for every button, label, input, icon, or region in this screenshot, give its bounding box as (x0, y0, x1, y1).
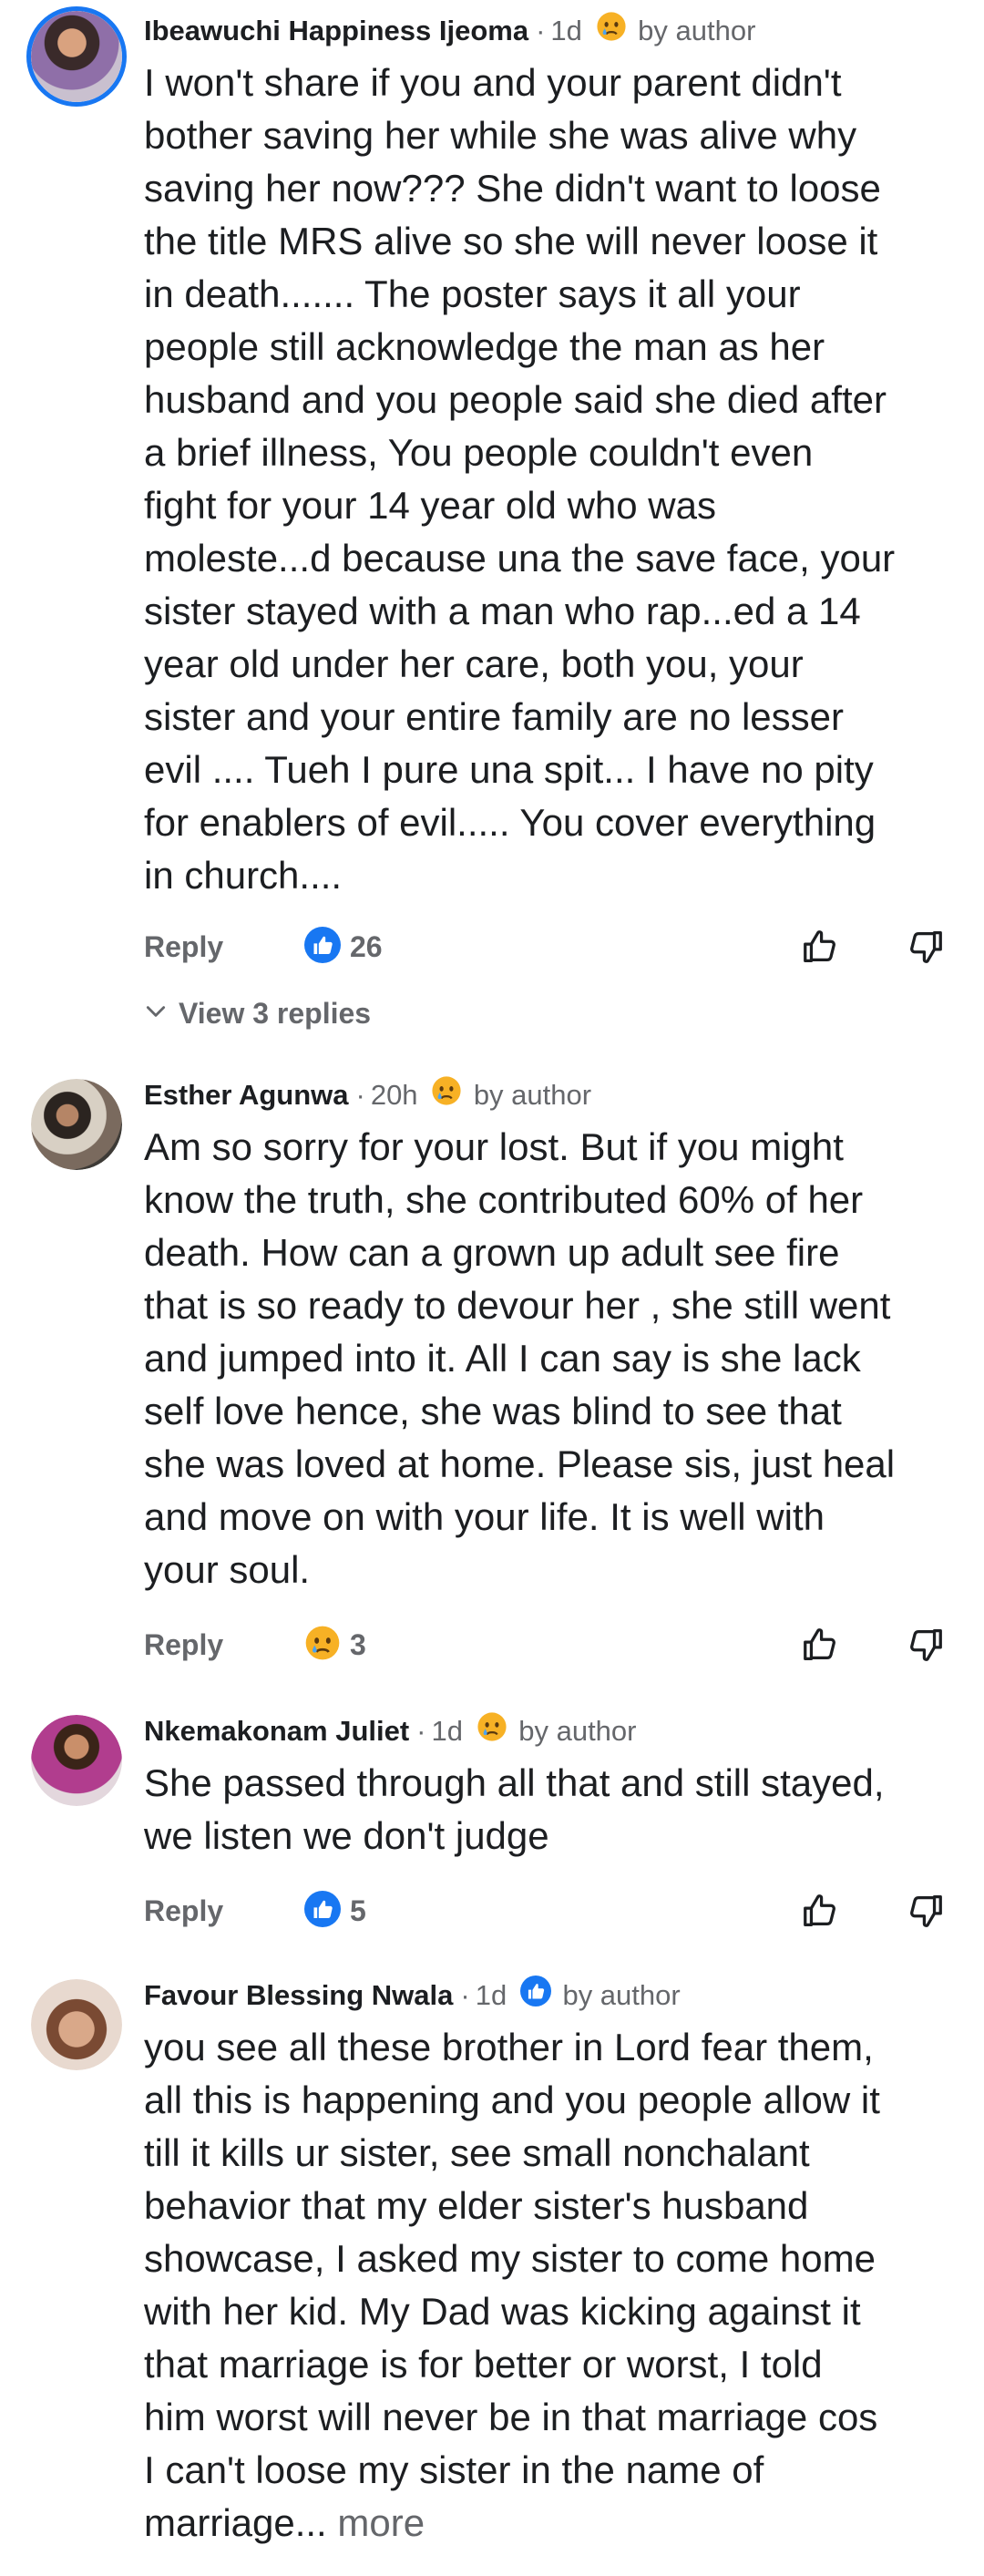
avatar[interactable] (31, 1079, 122, 1170)
text-line: your soul. (144, 1548, 311, 1591)
like-icon (519, 1976, 551, 2016)
text-line: sister stayed with a man who rap...ed a … (144, 590, 861, 632)
text-line: in death....... The poster says it all y… (144, 272, 801, 315)
text-line: and jumped into it. All I can say is she… (144, 1337, 861, 1380)
text-line: for enablers of evil..... You cover ever… (144, 801, 876, 844)
comment-actions: Reply 3 (144, 1622, 946, 1668)
like-reaction-icon (304, 926, 341, 968)
text-line: with her kid. My Dad was kicking against… (144, 2290, 861, 2333)
text-line: she was loved at home. Please sis, just … (144, 1442, 896, 1485)
reaction-count: 5 (350, 1894, 366, 1927)
text-line: the title MRS alive so she will never lo… (144, 220, 878, 262)
author-badge: by author (518, 1715, 637, 1748)
author-name[interactable]: Favour Blessing Nwala (144, 1979, 453, 2011)
reply-button[interactable]: Reply (144, 924, 223, 970)
timestamp[interactable]: 1d (476, 1979, 507, 2011)
reply-button[interactable]: Reply (144, 1888, 223, 1934)
text-line: we listen we don't judge (144, 1814, 549, 1857)
comment-header: Esther Agunwa · 20h by author (144, 1075, 591, 1112)
comment-text: She passed through all that and still st… (144, 1757, 964, 1863)
comment-text: you see all these brother in Lord fear t… (144, 2021, 964, 2550)
text-line: bother saving her while she was alive wh… (144, 114, 857, 157)
text-line: showcase, I asked my sister to come home (144, 2237, 876, 2280)
text-line-last: marriage... more (144, 2497, 964, 2550)
thumbs-up-icon[interactable] (800, 1890, 842, 1932)
timestamp[interactable]: 1d (432, 1715, 463, 1747)
text-line: I can't loose my sister in the name of (144, 2448, 764, 2491)
comment: Ibeawuchi Happiness Ijeoma · 1d by author … (0, 0, 984, 1048)
comment: Esther Agunwa · 20h by author Am so sorry … (0, 1075, 984, 1677)
author-name[interactable]: Esther Agunwa (144, 1079, 349, 1111)
reply-button[interactable]: Reply (144, 1622, 223, 1668)
text-line: husband and you people said she died aft… (144, 378, 887, 421)
avatar[interactable] (31, 11, 122, 102)
text-line: self love hence, she was blind to see th… (144, 1390, 842, 1432)
text-line: fight for your 14 year old who was (144, 484, 716, 527)
comment-header: Ibeawuchi Happiness Ijeoma · 1d by author (144, 11, 755, 47)
sad-reaction-icon (304, 1625, 341, 1666)
text-line: that is so ready to devour her , she sti… (144, 1284, 891, 1327)
comment-text: I won't share if you and your parent did… (144, 56, 964, 902)
author-name[interactable]: Nkemakonam Juliet (144, 1715, 409, 1747)
comment-text: Am so sorry for your lost. But if you mi… (144, 1121, 964, 1596)
text-line: I won't share if you and your parent did… (144, 61, 842, 104)
reaction-summary[interactable]: 3 (304, 1626, 366, 1664)
comment-header: Favour Blessing Nwala · 1d by author (144, 1976, 681, 2012)
reaction-count: 3 (350, 1627, 366, 1661)
thumbs-down-icon[interactable] (904, 926, 946, 968)
chevron-down-icon (144, 993, 179, 1033)
text-line: saving her now??? She didn't want to loo… (144, 167, 881, 210)
author-badge: by author (562, 1979, 681, 2012)
timestamp[interactable]: 20h (371, 1079, 418, 1111)
thumbs-down-icon[interactable] (904, 1890, 946, 1932)
text-line: and move on with your life. It is well w… (144, 1495, 825, 1538)
text-line: year old under her care, both you, your (144, 642, 804, 685)
text-line: sister and your entire family are no les… (144, 695, 844, 738)
text-line: all this is happening and you people all… (144, 2078, 880, 2121)
reaction-summary[interactable]: 26 (304, 926, 383, 968)
sad-face-icon (431, 1075, 462, 1115)
text-line: that marriage is for better or worst, I … (144, 2343, 823, 2386)
thumbs-up-icon[interactable] (800, 1624, 842, 1666)
comment-header: Nkemakonam Juliet · 1d by author (144, 1711, 637, 1748)
reaction-summary[interactable]: 5 (304, 1890, 366, 1932)
thumbs-up-icon[interactable] (800, 926, 842, 968)
text-line: a brief illness, You people couldn't eve… (144, 431, 814, 474)
like-reaction-icon (304, 1890, 341, 1932)
comment: Favour Blessing Nwala · 1d by author you s… (0, 1976, 984, 2576)
text-line: She passed through all that and still st… (144, 1761, 885, 1804)
text-line: death. How can a grown up adult see fire (144, 1231, 840, 1274)
sad-face-icon (596, 11, 627, 51)
view-replies-button[interactable]: View 3 replies (144, 993, 371, 1033)
timestamp[interactable]: 1d (550, 15, 581, 46)
see-more-link[interactable]: more (337, 2501, 425, 2544)
view-replies-label: View 3 replies (179, 997, 372, 1030)
avatar[interactable] (31, 1979, 122, 2070)
text-line: you see all these brother in Lord fear t… (144, 2026, 874, 2068)
comment-actions: Reply 26 (144, 924, 946, 970)
text-line: moleste...d because una the save face, y… (144, 537, 896, 580)
sad-face-icon (477, 1711, 507, 1751)
reaction-count: 26 (350, 929, 383, 963)
author-name[interactable]: Ibeawuchi Happiness Ijeoma (144, 15, 528, 46)
text-line: marriage... (144, 2501, 327, 2544)
text-line: Am so sorry for your lost. But if you mi… (144, 1125, 844, 1168)
text-line: till it kills ur sister, see small nonch… (144, 2131, 810, 2174)
comment-actions: Reply 5 (144, 1888, 946, 1934)
text-line: know the truth, she contributed 60% of h… (144, 1178, 864, 1221)
avatar[interactable] (31, 1715, 122, 1806)
text-line: him worst will never be in that marriage… (144, 2396, 878, 2438)
author-badge: by author (473, 1079, 592, 1112)
thumbs-down-icon[interactable] (904, 1624, 946, 1666)
comment: Nkemakonam Juliet · 1d by author She passe… (0, 1711, 984, 1939)
text-line: in church.... (144, 854, 343, 897)
author-badge: by author (638, 15, 756, 47)
text-line: behavior that my elder sister's husband (144, 2184, 809, 2227)
text-line: people still acknowledge the man as her (144, 325, 825, 368)
text-line: evil .... Tueh I pure una spit... I have… (144, 748, 874, 791)
